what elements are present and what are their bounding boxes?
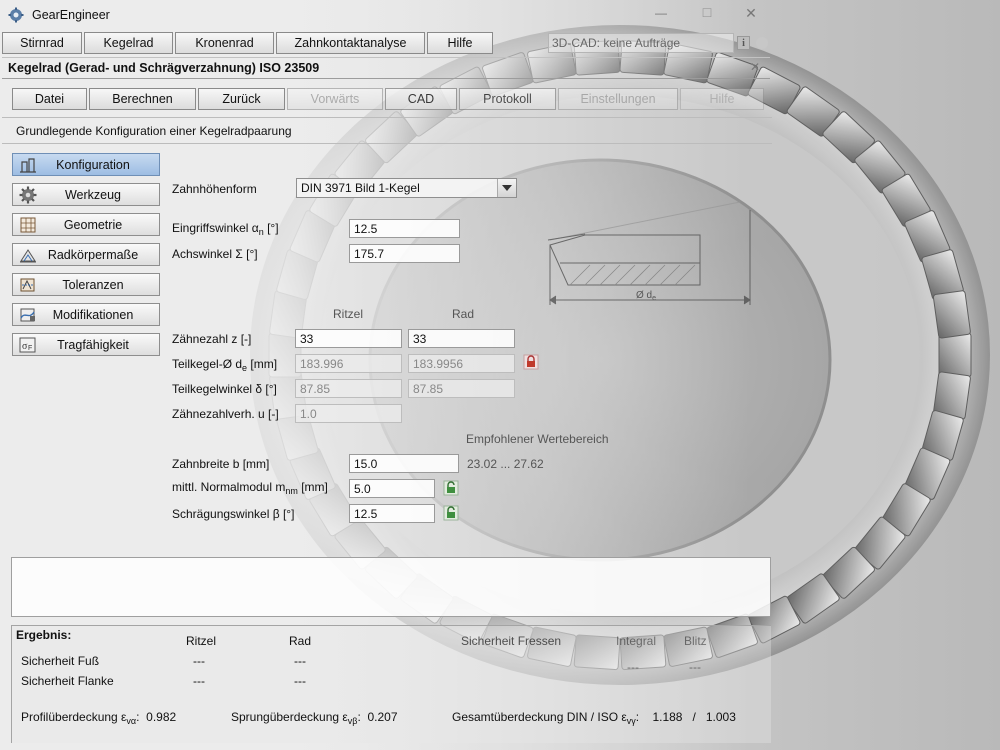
chevron-down-icon[interactable] bbox=[497, 179, 516, 197]
toolbar-berechnen-button[interactable]: Berechnen bbox=[89, 88, 196, 110]
flank-safety-pinion: --- bbox=[193, 674, 205, 688]
tab-hilfe[interactable]: Hilfe bbox=[427, 32, 493, 54]
toolbar-cad-button[interactable]: CAD bbox=[385, 88, 457, 110]
panel-close-button[interactable]: ✕ bbox=[750, 60, 760, 74]
wheel-body-icon bbox=[17, 244, 39, 265]
tool-gear-icon bbox=[17, 184, 39, 205]
gear-ratio-label: Zähnezahlverh. u [-] bbox=[172, 407, 279, 421]
diagram-diameter-label: Ø de bbox=[636, 290, 656, 302]
results-col-pinion: Ritzel bbox=[186, 634, 217, 648]
sidebar-item-modifikationen[interactable]: Modifikationen bbox=[12, 303, 160, 326]
pitch-diameter-label: Teilkegel-Ø de [mm] bbox=[172, 357, 278, 373]
panel-header: Kegelrad (Gerad- und Schrägverzahnung) I… bbox=[2, 57, 770, 79]
modification-icon bbox=[17, 304, 39, 325]
toolbar-vorwaerts-button[interactable]: Vorwärts bbox=[287, 88, 383, 110]
toolbar-datei-button[interactable]: Datei bbox=[12, 88, 87, 110]
cad-status-field: 3D-CAD: keine Aufträge bbox=[548, 33, 734, 53]
results-title: Ergebnis: bbox=[16, 628, 72, 642]
results-col-scuffing: Sicherheit Fressen bbox=[461, 634, 562, 648]
toolbar-hilfe-button[interactable]: Hilfe bbox=[680, 88, 764, 110]
tab-stirnrad[interactable]: Stirnrad bbox=[2, 32, 82, 54]
normal-module-input[interactable]: 5.0 bbox=[349, 479, 435, 498]
helix-angle-input[interactable]: 12.5 bbox=[349, 504, 435, 523]
sidebar-item-toleranzen[interactable]: Toleranzen bbox=[12, 273, 160, 296]
face-width-input[interactable]: 15.0 bbox=[349, 454, 459, 473]
face-width-label: Zahnbreite b [mm] bbox=[172, 457, 270, 471]
close-window-button[interactable]: ✕ bbox=[738, 5, 764, 22]
tab-kronenrad[interactable]: Kronenrad bbox=[175, 32, 274, 54]
geometry-grid-icon bbox=[17, 214, 39, 235]
minimize-button[interactable]: — bbox=[648, 6, 674, 20]
root-safety-wheel: --- bbox=[294, 654, 306, 668]
toolbar-einstellungen-button[interactable]: Einstellungen bbox=[558, 88, 678, 110]
cad-status-text: 3D-CAD: keine Aufträge bbox=[552, 36, 681, 50]
maximize-button[interactable]: ☐ bbox=[694, 6, 720, 20]
tab-zahnkontaktanalyse[interactable]: Zahnkontaktanalyse bbox=[276, 32, 425, 54]
teeth-count-wheel-input[interactable]: 33 bbox=[408, 329, 515, 348]
pitch-diameter-pinion-field: 183.996 bbox=[295, 354, 402, 373]
face-width-range: 23.02 ... 27.62 bbox=[467, 457, 544, 471]
tolerance-icon bbox=[17, 274, 39, 295]
scuff-safety-flash: --- bbox=[689, 660, 701, 674]
sidebar-item-geometrie[interactable]: Geometrie bbox=[12, 213, 160, 236]
sidebar-item-konfiguration[interactable]: Konfiguration bbox=[12, 153, 160, 176]
title-bar[interactable]: GearEngineer — ☐ ✕ bbox=[0, 0, 1000, 30]
flank-safety-wheel: --- bbox=[294, 674, 306, 688]
profile-contact-ratio: Profilüberdeckung εvα: 0.982 bbox=[21, 710, 177, 726]
section-title: Grundlegende Konfiguration einer Kegelra… bbox=[16, 124, 292, 138]
tooth-height-value: DIN 3971 Bild 1-Kegel bbox=[301, 181, 420, 195]
lock-green-icon[interactable] bbox=[443, 480, 459, 496]
normal-module-label: mittl. Normalmodul mnm [mm] bbox=[172, 480, 328, 496]
results-row-flank: Sicherheit Flanke bbox=[21, 674, 114, 688]
section-divider bbox=[2, 117, 772, 118]
helix-angle-label: Schrägungswinkel β [°] bbox=[172, 507, 295, 521]
lock-green-icon[interactable] bbox=[443, 505, 459, 521]
recommended-range-header: Empfohlener Wertebereich bbox=[466, 432, 609, 446]
status-light-icon bbox=[756, 37, 768, 49]
tooth-height-dropdown[interactable]: DIN 3971 Bild 1-Kegel bbox=[296, 178, 517, 198]
pitch-diameter-wheel-field: 183.9956 bbox=[408, 354, 515, 373]
message-area[interactable] bbox=[11, 557, 771, 617]
config-icon bbox=[17, 154, 39, 175]
shaft-angle-input[interactable]: 175.7 bbox=[349, 244, 460, 263]
svg-text:F: F bbox=[28, 345, 32, 352]
geometry-diagram: Ø de bbox=[547, 201, 751, 305]
results-col-wheel: Rad bbox=[289, 634, 312, 648]
section-divider-2 bbox=[2, 143, 772, 144]
tooth-height-label: Zahnhöhenform bbox=[172, 182, 257, 196]
pressure-angle-label: Eingriffswinkel αn [°] bbox=[172, 221, 279, 237]
app-gear-icon bbox=[8, 7, 24, 23]
load-capacity-icon: σF bbox=[17, 334, 39, 355]
results-row-root: Sicherheit Fuß bbox=[21, 654, 100, 668]
column-header-pinion: Ritzel bbox=[333, 307, 364, 321]
pitch-angle-pinion-field: 87.85 bbox=[295, 379, 402, 398]
column-header-wheel: Rad bbox=[452, 307, 475, 321]
pitch-angle-label: Teilkegelwinkel δ [°] bbox=[172, 382, 277, 396]
pressure-angle-input[interactable]: 12.5 bbox=[349, 219, 460, 238]
gear-ratio-field: 1.0 bbox=[295, 404, 402, 423]
scuff-safety-integral: --- bbox=[627, 660, 639, 674]
window-title: GearEngineer bbox=[32, 8, 110, 22]
sidebar-item-radkoerpermasse[interactable]: Radkörpermaße bbox=[12, 243, 160, 266]
results-col-integral: Integral bbox=[616, 634, 657, 648]
total-contact-ratio: Gesamtüberdeckung DIN / ISO εvγ: 1.188 /… bbox=[452, 710, 736, 726]
sidebar-item-werkzeug[interactable]: Werkzeug bbox=[12, 183, 160, 206]
teeth-count-pinion-input[interactable]: 33 bbox=[295, 329, 402, 348]
shaft-angle-label: Achswinkel Σ [°] bbox=[172, 247, 258, 261]
results-col-flash: Blitz bbox=[684, 634, 707, 648]
face-contact-ratio: Sprungüberdeckung εvβ: 0.207 bbox=[231, 710, 398, 726]
sidebar-item-tragfaehigkeit[interactable]: σF Tragfähigkeit bbox=[12, 333, 160, 356]
pitch-angle-wheel-field: 87.85 bbox=[408, 379, 515, 398]
teeth-count-label: Zähnezahl z [-] bbox=[172, 332, 252, 346]
toolbar-zurueck-button[interactable]: Zurück bbox=[198, 88, 285, 110]
lock-red-icon[interactable] bbox=[523, 354, 539, 370]
panel-title: Kegelrad (Gerad- und Schrägverzahnung) I… bbox=[8, 61, 320, 75]
tab-kegelrad[interactable]: Kegelrad bbox=[84, 32, 173, 54]
toolbar-protokoll-button[interactable]: Protokoll bbox=[459, 88, 556, 110]
root-safety-pinion: --- bbox=[193, 654, 205, 668]
info-icon[interactable]: i bbox=[737, 36, 750, 50]
